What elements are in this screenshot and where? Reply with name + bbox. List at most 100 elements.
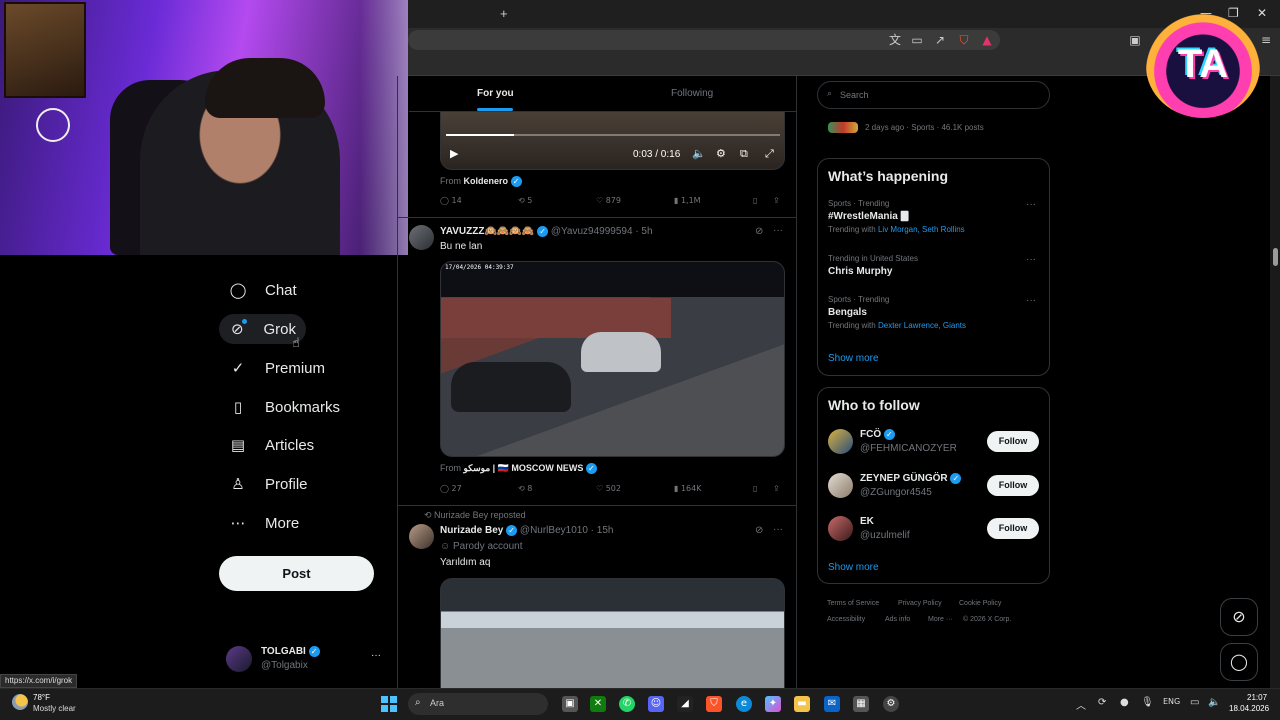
follow-suggestion[interactable]: FCÖ ✓ @FEHMICANOZYER Follow (828, 426, 1040, 458)
clock-date[interactable]: 18.04.2026 (1229, 704, 1269, 713)
follow-button[interactable]: Follow (987, 475, 1039, 496)
account-switcher[interactable]: TOLGABI ✓ @Tolgabix ··· (226, 644, 386, 674)
taskbar-search[interactable]: ⌕ Ara (408, 693, 548, 715)
play-icon[interactable]: ▶ (450, 147, 458, 160)
footer-terms[interactable]: Terms of Service (827, 600, 879, 607)
author-name[interactable]: YAVUZZZ🙉🙈🙉🙈 (440, 226, 534, 237)
tab-for-you[interactable]: For you (477, 88, 514, 99)
xbox-icon[interactable]: ✕ (590, 696, 606, 712)
like-button[interactable]: ♡ 879 (596, 196, 621, 205)
follow-button[interactable]: Follow (987, 431, 1039, 452)
pip-icon[interactable]: ⧉ (740, 147, 748, 161)
search-input[interactable]: ⌕ Search (817, 81, 1050, 109)
brave-shield-icon[interactable]: ⛉ (957, 33, 971, 47)
footer-privacy[interactable]: Privacy Policy (898, 600, 942, 607)
follow-suggestion[interactable]: EK @uzulmelif Follow (828, 513, 1040, 545)
author-handle[interactable]: @Yavuz94999594 (551, 226, 633, 237)
tray-app-icon[interactable]: ● (1120, 697, 1129, 708)
translate-icon[interactable]: 文 (888, 33, 902, 47)
bookmark-icon[interactable]: ▯ (753, 484, 757, 493)
repost-button[interactable]: ⟲ 8 (518, 484, 532, 493)
tab-following[interactable]: Following (671, 88, 713, 99)
scrollbar-thumb[interactable] (1273, 248, 1278, 266)
maximize-button[interactable]: ❐ (1228, 6, 1239, 20)
video-player[interactable] (440, 112, 785, 170)
tweet-image[interactable]: 17/04/2026 04:39:37 (440, 261, 785, 457)
messages-fab-button[interactable]: ◯ (1220, 643, 1258, 681)
volume-icon[interactable]: 🔈 (692, 147, 706, 160)
volume-icon[interactable]: 🔈 (1208, 697, 1220, 708)
obs-icon[interactable]: ◢ (677, 696, 693, 712)
grok-icon[interactable]: ⊘ (755, 226, 763, 237)
views-button[interactable]: ▮ 1,1M (674, 196, 701, 205)
brave-rewards-icon[interactable]: ▲ (980, 33, 994, 47)
tray-app-icon[interactable]: ⟳ (1098, 697, 1106, 708)
avatar[interactable] (409, 225, 434, 250)
brave-icon[interactable]: ⛉ (706, 696, 722, 712)
weather-temp[interactable]: 78°F (33, 693, 50, 702)
nav-profile[interactable]: ♙ Profile (219, 469, 318, 499)
nav-more[interactable]: ⋯ More (219, 508, 309, 538)
close-window-button[interactable]: ✕ (1257, 6, 1267, 20)
footer-more[interactable]: More ··· (928, 616, 953, 623)
outlook-icon[interactable]: ✉ (824, 696, 840, 712)
tray-overflow-icon[interactable]: ︿ (1076, 697, 1086, 712)
sidebar-toggle-icon[interactable]: ▣ (1128, 33, 1142, 47)
account-more-icon[interactable]: ··· (371, 650, 381, 661)
footer-accessibility[interactable]: Accessibility (827, 616, 865, 623)
copilot-icon[interactable]: ✦ (765, 696, 781, 712)
whatsapp-icon[interactable]: ✆ (619, 696, 635, 712)
source-link[interactable]: موسکو | 🇷🇺 MOSCOW NEWS (464, 463, 584, 473)
share-icon[interactable]: ⇪ (773, 484, 780, 493)
new-tab-button[interactable]: + (500, 6, 508, 21)
repost-button[interactable]: ⟲ 5 (518, 196, 532, 205)
task-view-icon[interactable]: ▣ (562, 696, 578, 712)
nav-articles[interactable]: ▤ Articles (219, 430, 324, 460)
share-icon[interactable]: ⇪ (773, 196, 780, 205)
start-icon[interactable] (381, 696, 397, 712)
trend-more-icon[interactable]: ··· (1026, 295, 1036, 306)
nav-premium[interactable]: ✓ Premium (219, 353, 335, 383)
language-indicator[interactable]: ENG (1163, 697, 1180, 706)
trend-more-icon[interactable]: ··· (1026, 199, 1036, 210)
show-more-link[interactable]: Show more (828, 562, 879, 573)
cast-icon[interactable]: ▭ (910, 33, 924, 47)
settings-icon[interactable]: ⚙ (883, 696, 899, 712)
trend-item[interactable]: Sports · Trending #WrestleMania 🀫 Trendi… (828, 199, 1040, 239)
grok-icon[interactable]: ⊘ (755, 525, 763, 536)
weather-icon[interactable] (12, 694, 28, 710)
microphone-icon[interactable]: 🎙 (1141, 697, 1154, 708)
like-button[interactable]: ♡ 502 (596, 484, 621, 493)
clock-time[interactable]: 21:07 (1247, 693, 1267, 702)
settings-icon[interactable]: ⚙ (716, 147, 726, 160)
grok-fab-button[interactable]: ⊘ (1220, 598, 1258, 636)
page-scrollbar[interactable] (1270, 76, 1280, 688)
discord-icon[interactable]: ☺ (648, 696, 664, 712)
tweet-more-icon[interactable]: ··· (773, 524, 783, 535)
post-button[interactable]: Post (219, 556, 374, 591)
network-icon[interactable]: ▭ (1190, 697, 1199, 708)
follow-button[interactable]: Follow (987, 518, 1039, 539)
trend-item[interactable]: Trending in United States Chris Murphy ·… (828, 254, 1040, 280)
nav-chat[interactable]: ◯ Chat (219, 275, 307, 305)
trend-item[interactable]: Sports · Trending Bengals Trending with … (828, 295, 1040, 335)
file-explorer-icon[interactable]: ▬ (794, 696, 810, 712)
reply-button[interactable]: ◯ 27 (440, 484, 462, 493)
follow-suggestion[interactable]: ZEYNEP GÜNGÖR ✓ @ZGungor4545 Follow (828, 470, 1040, 502)
avatar[interactable] (409, 524, 434, 549)
fullscreen-icon[interactable]: ⤢ (765, 147, 774, 161)
menu-icon[interactable]: ≡ (1259, 33, 1273, 47)
trend-more-icon[interactable]: ··· (1026, 254, 1036, 265)
store-icon[interactable]: ▦ (853, 696, 869, 712)
footer-cookie[interactable]: Cookie Policy (959, 600, 1001, 607)
tweet-image[interactable] (440, 578, 785, 688)
views-button[interactable]: ▮ 164K (674, 484, 701, 493)
share-icon[interactable]: ↗ (933, 33, 947, 47)
weather-desc[interactable]: Mostly clear (33, 704, 76, 713)
author-name[interactable]: Nurizade Bey (440, 525, 503, 536)
source-link[interactable]: Koldenero (464, 176, 509, 186)
author-handle[interactable]: @NurlBey1010 (520, 525, 588, 536)
reply-button[interactable]: ◯ 14 (440, 196, 462, 205)
tweet-more-icon[interactable]: ··· (773, 225, 783, 236)
edge-icon[interactable]: e (736, 696, 752, 712)
